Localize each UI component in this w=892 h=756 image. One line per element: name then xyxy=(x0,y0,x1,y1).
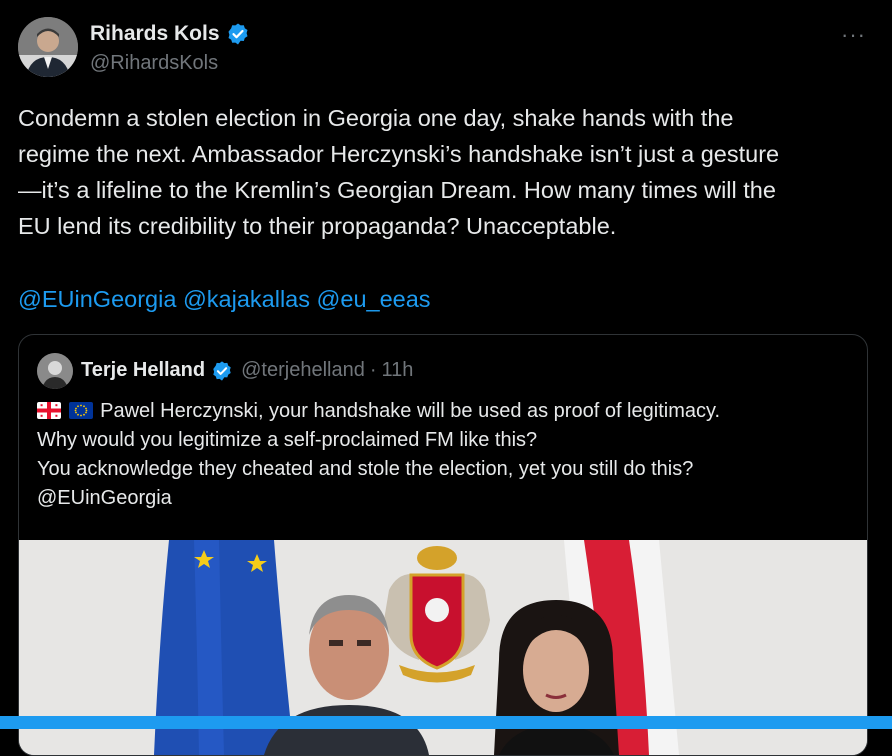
quoted-text-line[interactable]: @EUinGeorgia xyxy=(37,484,857,513)
tweet-text-line: Condemn a stolen election in Georgia one… xyxy=(18,105,734,131)
bottom-accent-bar xyxy=(0,716,892,729)
tweet-card: Rihards Kols @RihardsKols ··· Condemn a … xyxy=(0,0,892,756)
tweet-text-line: —it’s a lifeline to the Kremlin’s Georgi… xyxy=(18,177,776,203)
eu-flag-icon xyxy=(68,399,93,419)
quoted-author-name[interactable]: Terje Helland xyxy=(81,359,205,382)
quoted-text-line: Pawel Herczynski, your handshake will be… xyxy=(37,397,857,426)
mention-link[interactable]: @EUinGeorgia xyxy=(18,286,176,312)
quoted-timestamp[interactable]: 11h xyxy=(382,359,414,382)
quoted-text-line: Why would you legitimize a self-proclaim… xyxy=(37,429,538,451)
separator-dot: · xyxy=(369,359,377,381)
mentions-line: @EUinGeorgia @kajakallas @eu_eeas xyxy=(18,281,431,317)
georgia-flag-icon xyxy=(37,399,61,419)
author-name-row[interactable]: Rihards Kols xyxy=(90,22,250,46)
woman-figure xyxy=(494,600,619,755)
author-name[interactable]: Rihards Kols xyxy=(90,22,220,46)
mention-link[interactable]: @eu_eeas xyxy=(317,286,431,312)
verified-badge-icon xyxy=(226,22,250,46)
tweet-text: Condemn a stolen election in Georgia one… xyxy=(18,100,878,244)
more-options-icon[interactable]: ··· xyxy=(841,22,866,48)
verified-badge-icon xyxy=(211,360,233,382)
tweet-text-line: EU lend its credibility to their propaga… xyxy=(18,213,617,239)
quoted-text-line-content: Pawel Herczynski, your handshake will be… xyxy=(100,400,721,422)
quoted-text: Pawel Herczynski, your handshake will be… xyxy=(37,397,857,513)
mention-link[interactable]: @kajakallas xyxy=(183,286,310,312)
quoted-header: Terje Helland @terjehelland · 11h xyxy=(81,359,413,382)
author-handle[interactable]: @RihardsKols xyxy=(90,52,218,75)
author-avatar[interactable] xyxy=(18,17,78,77)
quoted-author-handle[interactable]: @terjehelland xyxy=(241,359,365,382)
tweet-text-line: regime the next. Ambassador Herczynski’s… xyxy=(18,141,780,167)
quoted-tweet[interactable]: Terje Helland @terjehelland · 11h Pawel … xyxy=(18,334,868,756)
quoted-author-avatar[interactable] xyxy=(37,353,73,389)
quoted-text-line: You acknowledge they cheated and stole t… xyxy=(37,458,694,480)
